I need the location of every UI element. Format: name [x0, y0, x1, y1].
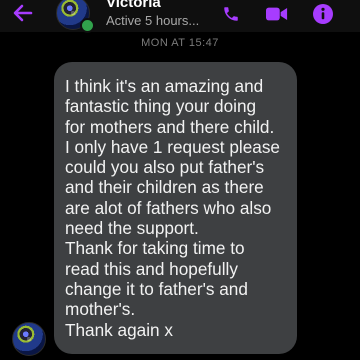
message-line: I only have 1 request please — [65, 136, 280, 157]
contact-activity-status: Active 5 hours... — [106, 13, 200, 28]
message-line: I think it's an amazing and — [65, 76, 264, 96]
info-icon — [313, 4, 333, 24]
voice-call-button[interactable] — [216, 0, 246, 28]
conversation-header: Victoria Active 5 hours... — [0, 0, 360, 33]
phone-icon — [224, 7, 238, 21]
message-line: need the support. — [65, 218, 199, 239]
message-line: mother's. — [65, 299, 136, 320]
message-line: could you also put father's — [65, 157, 265, 178]
active-status-dot — [80, 18, 95, 33]
sender-avatar[interactable] — [12, 322, 46, 356]
message-line: are alot of fathers who also — [65, 197, 272, 218]
conversation-info-button[interactable] — [308, 0, 338, 28]
message-line: Thank for taking time to — [65, 238, 245, 259]
message-line: fantastic thing your doing — [65, 96, 257, 117]
message-line: read this and hopefully — [65, 258, 238, 279]
contact-name[interactable]: Victoria — [106, 0, 161, 11]
back-arrow-icon — [13, 4, 33, 22]
back-button[interactable] — [8, 0, 38, 28]
video-icon — [266, 7, 288, 21]
message-line: Thank again x — [65, 319, 173, 340]
received-message-bubble[interactable]: I think it's an amazing and fantastic th… — [54, 62, 297, 354]
message-line: change it to father's and — [65, 278, 248, 299]
message-line: for mothers and there child. — [65, 116, 275, 137]
message-line: and their children as there — [65, 177, 264, 198]
message-timestamp: MON AT 15:47 — [141, 37, 219, 49]
video-call-button[interactable] — [262, 0, 292, 28]
